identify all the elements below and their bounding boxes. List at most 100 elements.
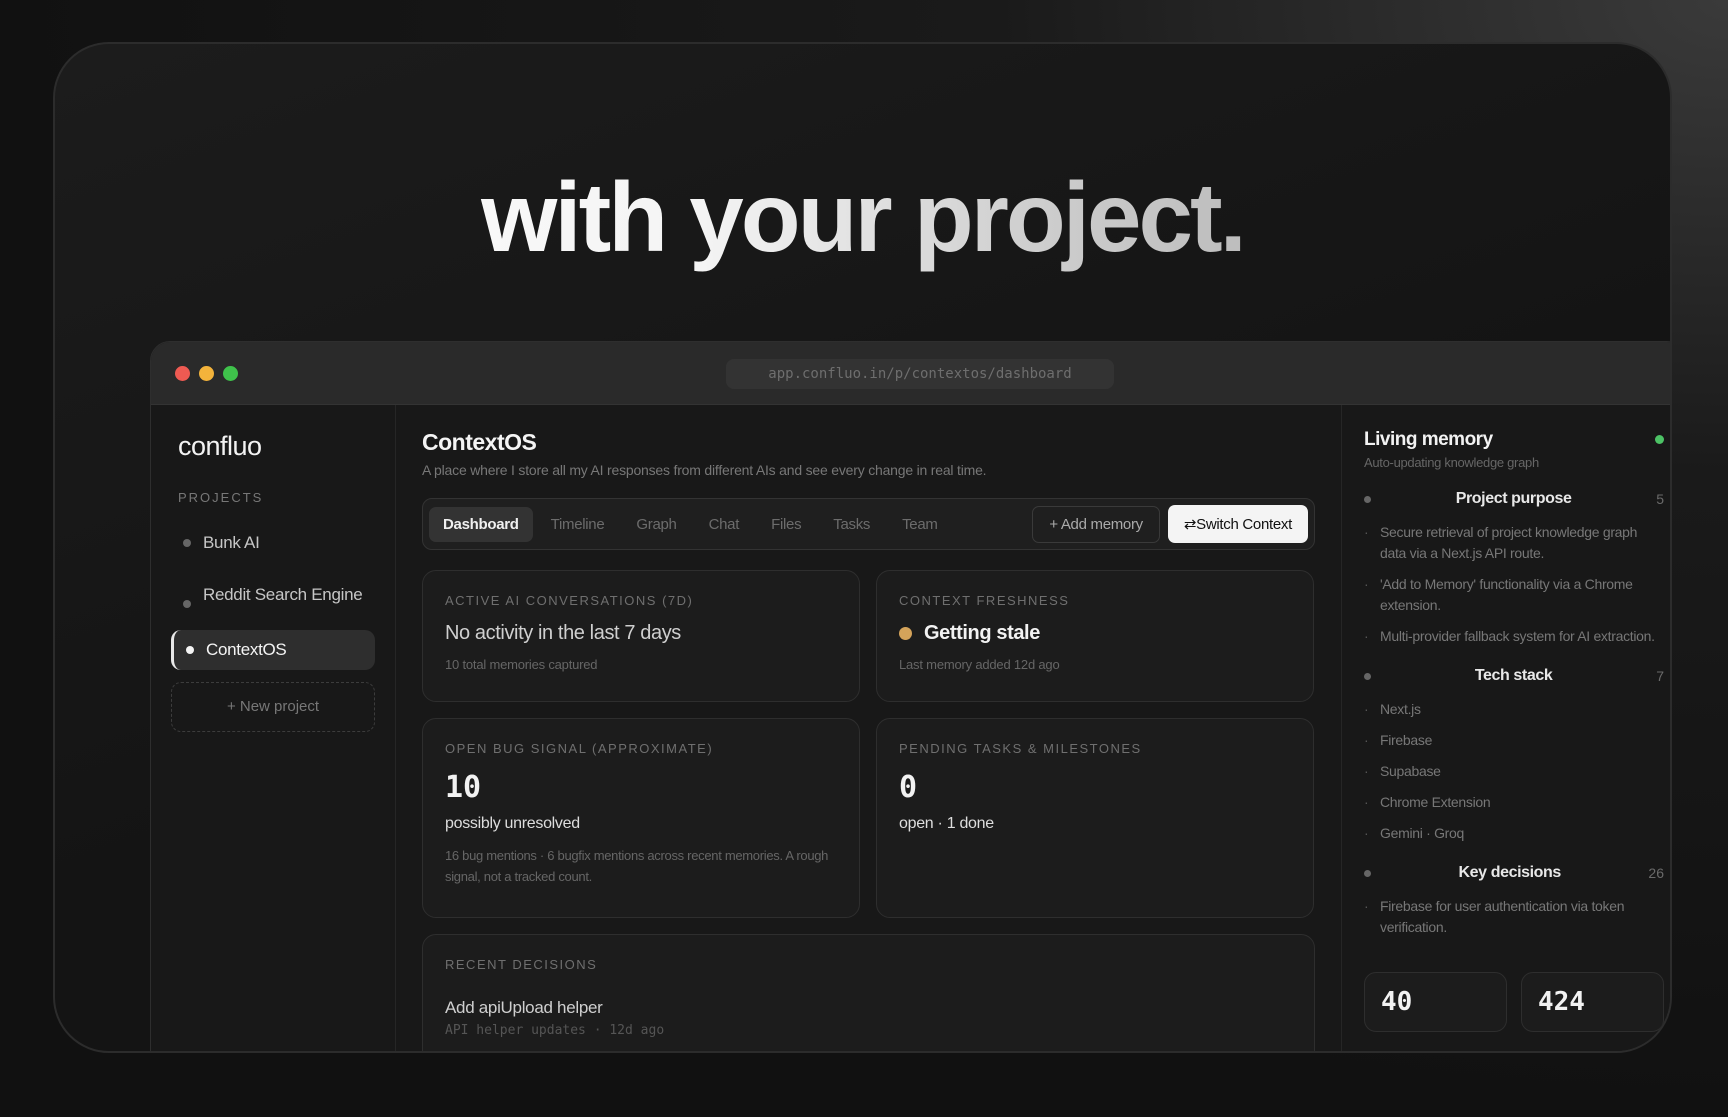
group-name: Project purpose <box>1455 490 1572 507</box>
live-status-icon <box>1655 435 1664 444</box>
tasks-card: PENDING TASKS & MILESTONES 0 open · 1 do… <box>876 718 1314 918</box>
minimize-window-button[interactable] <box>199 366 214 381</box>
page-title: ContextOS <box>422 429 537 455</box>
group-count: 5 <box>1656 491 1664 507</box>
task-count: 0 <box>899 770 918 805</box>
list-item: · Secure retrieval of project knowledge g… <box>1364 522 1664 564</box>
app-window: app.confluo.in/p/contextos/dashboard con… <box>150 341 1670 1051</box>
stat-tile: 424 <box>1521 972 1664 1032</box>
add-memory-button[interactable]: + Add memory <box>1032 505 1160 543</box>
status-dot-icon <box>899 627 912 640</box>
sidebar-item-label: ContextOS <box>206 640 287 659</box>
switch-context-button[interactable]: ⇄Switch Context <box>1167 505 1308 543</box>
tab-bar: Dashboard Timeline Graph Chat Files Task… <box>422 498 1315 550</box>
address-bar[interactable]: app.confluo.in/p/contextos/dashboard <box>726 359 1114 389</box>
tab-chat[interactable]: Chat <box>695 507 754 542</box>
panel-title: Living memory <box>1364 429 1493 450</box>
sidebar: confluo PROJECTS Bunk AI Reddit Search E… <box>151 405 396 1051</box>
item-text: Multi-provider fallback system for AI ex… <box>1380 628 1655 644</box>
tab-timeline[interactable]: Timeline <box>537 507 619 542</box>
card-note: Last memory added 12d ago <box>899 657 1060 672</box>
group-header: Key decisions 26 <box>1364 864 1664 882</box>
bullet-icon <box>1364 672 1371 680</box>
bullet-icon <box>183 600 191 608</box>
item-text: Gemini · Groq <box>1380 825 1465 841</box>
showcase-frame: with your project. app.confluo.in/p/cont… <box>53 42 1672 1053</box>
group-name: Tech stack <box>1474 667 1553 684</box>
card-sub: open · 1 done <box>899 815 994 832</box>
tab-graph[interactable]: Graph <box>622 507 690 542</box>
sidebar-item-label: Bunk AI <box>203 533 260 552</box>
list-item[interactable]: Add apiUpload helper API helper updates … <box>445 998 1292 1038</box>
tab-files[interactable]: Files <box>757 507 815 542</box>
app-body: confluo PROJECTS Bunk AI Reddit Search E… <box>151 405 1670 1051</box>
new-project-button[interactable]: + New project <box>171 682 375 732</box>
group-header: Project purpose 5 <box>1364 490 1664 508</box>
list-item: · Gemini · Groq <box>1364 823 1664 844</box>
card-label: PENDING TASKS & MILESTONES <box>899 741 1142 756</box>
decision-title: Add apiUpload helper <box>445 998 603 1017</box>
list-item: · Multi-provider fallback system for AI e… <box>1364 626 1664 647</box>
card-sub: possibly unresolved <box>445 815 580 832</box>
group-name: Key decisions <box>1458 864 1562 881</box>
bug-count: 10 <box>445 770 482 805</box>
item-text: Chrome Extension <box>1380 794 1491 810</box>
stat-tile: 40 <box>1364 972 1507 1032</box>
list-item: · Supabase <box>1364 761 1664 782</box>
panel-header: Living memory <box>1364 429 1664 451</box>
list-item: · Firebase for user authentication via to… <box>1364 896 1664 938</box>
list-item: · Chrome Extension <box>1364 792 1664 813</box>
memory-group-key-decisions[interactable]: Key decisions 26 · Firebase for user auth… <box>1364 864 1664 938</box>
item-text: 'Add to Memory' functionality via a Chro… <box>1380 576 1633 613</box>
item-text: Firebase <box>1380 732 1433 748</box>
living-memory-panel: Living memory Auto-updating knowledge gr… <box>1341 405 1670 1051</box>
card-label: OPEN BUG SIGNAL (APPROXIMATE) <box>445 741 714 756</box>
group-header: Tech stack 7 <box>1364 667 1664 685</box>
panel-subtitle: Auto-updating knowledge graph <box>1364 455 1539 470</box>
bug-signal-card: OPEN BUG SIGNAL (APPROXIMATE) 10 possibl… <box>422 718 860 918</box>
recent-decisions-card: RECENT DECISIONS Add apiUpload helper AP… <box>422 934 1315 1051</box>
group-count: 7 <box>1656 668 1664 684</box>
card-description: 16 bug mentions · 6 bugfix mentions acro… <box>445 848 829 884</box>
item-text: Secure retrieval of project knowledge gr… <box>1380 524 1638 561</box>
app-logo: confluo <box>178 431 262 461</box>
bullet-icon <box>1364 869 1371 877</box>
card-label: RECENT DECISIONS <box>445 957 598 972</box>
sidebar-item-contextos[interactable]: ContextOS <box>171 630 375 670</box>
projects-section-label: PROJECTS <box>178 490 264 505</box>
group-count: 26 <box>1648 865 1664 881</box>
dashboard-cards: ACTIVE AI CONVERSATIONS (7D) No activity… <box>422 570 1315 918</box>
list-item: · Firebase <box>1364 730 1664 751</box>
card-note: 10 total memories captured <box>445 657 598 672</box>
window-titlebar: app.confluo.in/p/contextos/dashboard <box>151 342 1670 405</box>
hero-headline: with your project. <box>55 163 1670 272</box>
bullet-icon <box>1364 495 1371 503</box>
item-text: Next.js <box>1380 701 1421 717</box>
maximize-window-button[interactable] <box>223 366 238 381</box>
item-text: Firebase for user authentication via tok… <box>1380 898 1625 935</box>
sidebar-item-bunk-ai[interactable]: Bunk AI <box>171 523 375 563</box>
bullet-icon <box>183 539 191 547</box>
freshness-status: Getting stale <box>899 622 1291 645</box>
card-value: No activity in the last 7 days <box>445 622 681 644</box>
card-label: CONTEXT FRESHNESS <box>899 593 1070 608</box>
item-text: Supabase <box>1380 763 1441 779</box>
conversations-card: ACTIVE AI CONVERSATIONS (7D) No activity… <box>422 570 860 702</box>
decision-meta: API helper updates · 12d ago <box>445 1023 665 1038</box>
memory-group-tech-stack[interactable]: Tech stack 7 · Next.js · Firebase · Supabas… <box>1364 667 1664 844</box>
bullet-icon <box>186 646 194 654</box>
list-item: · Next.js <box>1364 699 1664 720</box>
page-subtitle: A place where I store all my AI response… <box>422 462 987 478</box>
tab-team[interactable]: Team <box>888 507 951 542</box>
list-item: · 'Add to Memory' functionality via a Chr… <box>1364 574 1664 616</box>
close-window-button[interactable] <box>175 366 190 381</box>
main-content: ContextOS A place where I store all my A… <box>396 405 1341 1051</box>
tab-dashboard[interactable]: Dashboard <box>429 506 533 542</box>
tab-tasks[interactable]: Tasks <box>819 507 884 542</box>
card-label: ACTIVE AI CONVERSATIONS (7D) <box>445 593 694 608</box>
card-value: Getting stale <box>924 622 1040 644</box>
memory-group-project-purpose[interactable]: Project purpose 5 · Secure retrieval of p… <box>1364 490 1664 647</box>
sidebar-item-reddit-search-engine[interactable]: Reddit Search Engine <box>171 575 375 618</box>
sidebar-item-label: Reddit Search Engine <box>203 585 363 604</box>
freshness-card: CONTEXT FRESHNESS Getting stale Last mem… <box>876 570 1314 702</box>
